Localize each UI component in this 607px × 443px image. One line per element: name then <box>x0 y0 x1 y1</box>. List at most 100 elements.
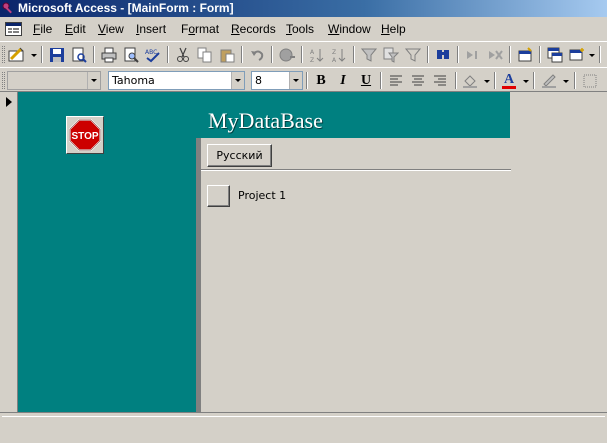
insert-hyperlink-icon[interactable] <box>277 45 297 65</box>
menu-format[interactable]: Format <box>181 21 219 37</box>
spelling-icon[interactable]: ABC <box>143 45 163 65</box>
toolbar-separator <box>599 46 601 63</box>
line-color-icon[interactable] <box>539 71 559 91</box>
stop-sign-icon: STOP <box>69 119 101 151</box>
apply-filter-icon[interactable] <box>403 45 423 65</box>
access-key-icon <box>2 2 12 14</box>
form-title: MyDataBase <box>208 108 323 133</box>
fill-color-dropdown-arrow[interactable] <box>482 71 491 91</box>
toolbar-separator <box>494 72 496 89</box>
object-combo[interactable] <box>7 71 101 90</box>
filter-by-form-icon[interactable] <box>381 45 401 65</box>
fill-color-icon[interactable] <box>460 71 480 91</box>
align-left-icon[interactable] <box>386 71 406 91</box>
align-right-icon[interactable] <box>430 71 450 91</box>
font-name-value: Tahoma <box>112 74 155 87</box>
project-1-label: Project 1 <box>238 189 287 202</box>
menu-window[interactable]: Window <box>328 21 371 37</box>
access-window: Microsoft Access - [MainForm : Form] Fil… <box>0 0 607 443</box>
font-size-value: 8 <box>255 74 262 87</box>
status-bar <box>0 412 607 443</box>
subform: Русский Project 1 <box>201 138 607 412</box>
toolbar-separator <box>353 46 355 63</box>
paste-icon[interactable] <box>217 45 237 65</box>
svg-text:ABC: ABC <box>145 49 157 56</box>
save-icon[interactable] <box>47 45 67 65</box>
project-1-button[interactable] <box>207 185 230 207</box>
sort-descending-icon[interactable]: ZA <box>329 45 349 65</box>
font-name-arrow[interactable] <box>231 72 244 89</box>
undo-icon[interactable] <box>247 45 267 65</box>
form-view-toolbar: ABC AZ ZA <box>0 41 607 67</box>
object-combo-arrow[interactable] <box>87 72 100 89</box>
status-bar-panel <box>2 416 605 438</box>
svg-text:A: A <box>332 57 337 63</box>
properties-icon[interactable] <box>515 45 535 65</box>
toolbar-separator <box>574 72 576 89</box>
database-window-icon[interactable] <box>545 45 565 65</box>
menu-insert[interactable]: Insert <box>136 21 166 37</box>
toolbar-grip[interactable] <box>2 72 5 89</box>
italic-button[interactable]: I <box>333 71 353 91</box>
new-object-dropdown-arrow[interactable] <box>587 45 596 65</box>
toolbar-separator <box>427 46 429 63</box>
toolbar-separator <box>509 46 511 63</box>
sort-ascending-icon[interactable]: AZ <box>307 45 327 65</box>
toolbar-grip[interactable] <box>2 46 5 63</box>
menu-edit[interactable]: Edit <box>65 21 86 37</box>
underline-button[interactable]: U <box>356 71 376 91</box>
file-search-icon[interactable] <box>69 45 89 65</box>
view-design-icon[interactable] <box>7 45 27 65</box>
window-title: Microsoft Access - [MainForm : Form] <box>18 1 234 15</box>
stop-button[interactable]: STOP <box>66 116 104 154</box>
align-center-icon[interactable] <box>408 71 428 91</box>
cut-icon[interactable] <box>173 45 193 65</box>
form-left-panel: STOP <box>18 92 197 412</box>
print-preview-icon[interactable] <box>121 45 141 65</box>
line-border-width-icon[interactable] <box>580 71 600 91</box>
menu-view[interactable]: View <box>98 21 124 37</box>
view-dropdown-arrow[interactable] <box>29 45 38 65</box>
toolbar-separator <box>539 46 541 63</box>
delete-record-icon[interactable] <box>485 45 505 65</box>
toolbar-separator <box>306 72 308 89</box>
svg-text:Z: Z <box>332 49 336 56</box>
new-record-icon[interactable] <box>463 45 483 65</box>
svg-text:A: A <box>310 49 315 56</box>
menu-file[interactable]: File <box>33 21 52 37</box>
toolbar-separator <box>167 46 169 63</box>
toolbar-separator <box>41 46 43 63</box>
menu-bar: File Edit View Insert Format Records Too… <box>0 17 607 41</box>
new-object-icon[interactable] <box>567 45 587 65</box>
font-size-combo[interactable]: 8 <box>251 71 303 90</box>
font-color-icon[interactable]: A <box>499 71 519 91</box>
menu-tools[interactable]: Tools <box>286 21 314 37</box>
menu-help[interactable]: Help <box>381 21 406 37</box>
font-color-glyph: A <box>503 72 515 87</box>
filter-by-selection-icon[interactable] <box>359 45 379 65</box>
menu-records[interactable]: Records <box>231 21 276 37</box>
font-color-dropdown-arrow[interactable] <box>521 71 530 91</box>
record-selector[interactable] <box>0 92 18 412</box>
language-button[interactable]: Русский <box>207 144 272 167</box>
toolbar-separator <box>241 46 243 63</box>
toolbar-separator <box>301 46 303 63</box>
toolbar-separator <box>455 72 457 89</box>
toolbar-separator <box>533 72 535 89</box>
bold-button[interactable]: B <box>311 71 331 91</box>
title-bar: Microsoft Access - [MainForm : Form] <box>0 0 607 17</box>
line-color-dropdown-arrow[interactable] <box>561 71 570 91</box>
form-view-icon[interactable] <box>5 22 22 36</box>
print-icon[interactable] <box>99 45 119 65</box>
font-name-combo[interactable]: Tahoma <box>108 71 245 90</box>
font-size-arrow[interactable] <box>289 72 302 89</box>
subform-separator <box>201 169 511 171</box>
toolbar-separator <box>457 46 459 63</box>
svg-text:Z: Z <box>310 57 314 63</box>
main-form: STOP MyDataBase Русский Project 1 <box>18 92 607 412</box>
current-record-arrow-icon <box>6 97 12 107</box>
toolbar-separator <box>380 72 382 89</box>
stop-label: STOP <box>71 131 98 142</box>
find-icon[interactable] <box>433 45 453 65</box>
copy-icon[interactable] <box>195 45 215 65</box>
